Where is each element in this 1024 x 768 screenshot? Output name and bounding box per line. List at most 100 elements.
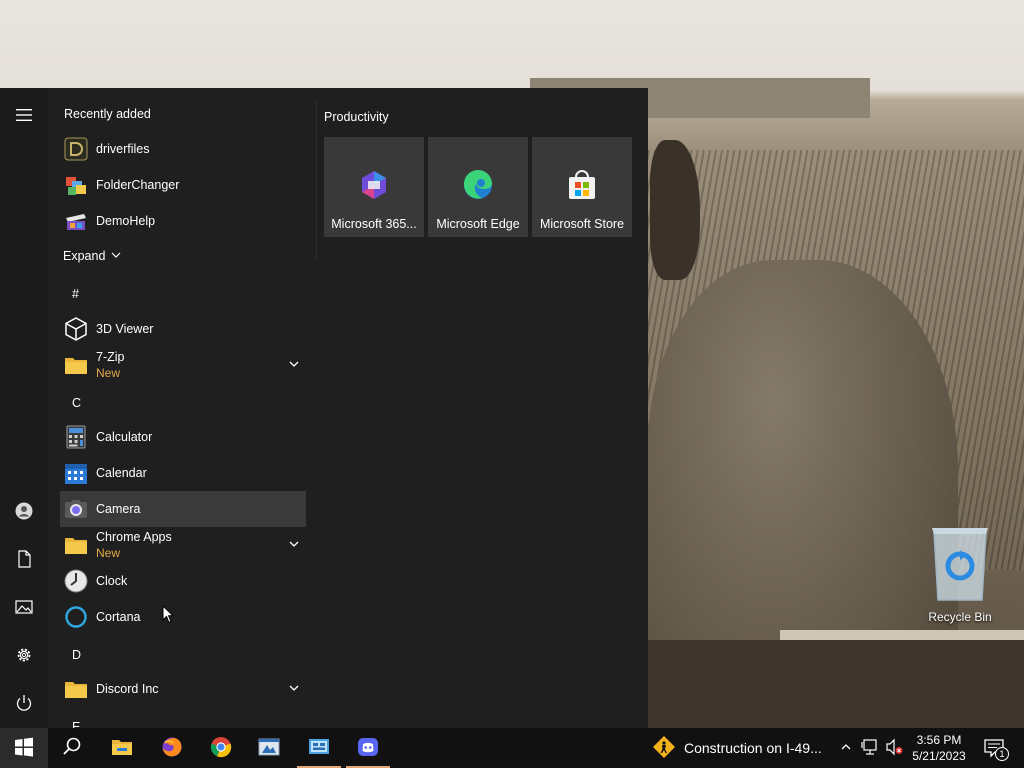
letter-header-c[interactable]: C [72,396,81,410]
folderchanger-icon [64,173,88,197]
tile-label: Microsoft 365... [331,217,417,231]
app-item-7-zip[interactable]: 7-Zip New [60,347,306,383]
recently-added-heading: Recently added [64,107,151,121]
app-item-folderchanger[interactable]: FolderChanger [60,167,306,203]
documents-button[interactable] [0,536,48,584]
background-wall [648,640,1024,728]
app-item-3d-viewer[interactable]: 3D Viewer [60,311,306,347]
taskbar-file-explorer[interactable] [98,728,146,768]
show-hidden-icons-button[interactable] [836,728,856,768]
app-label-group: 7-Zip New [96,349,124,381]
windows-icon [13,736,35,761]
road-work-icon [652,735,676,762]
desktop-icon-recycle-bin[interactable]: Recycle Bin [920,522,1000,624]
search-button[interactable] [48,728,96,768]
tile-label: Microsoft Store [539,217,625,231]
app-label: Discord Inc [96,682,159,696]
power-button[interactable] [0,680,48,728]
cortana-icon [64,605,88,629]
app-item-calendar[interactable]: Calendar [60,455,306,491]
app-label: Cortana [96,610,141,624]
news-widget[interactable]: Construction on I-49... [652,728,822,768]
microsoft-365-icon [358,169,390,201]
tile-microsoft-edge[interactable]: Microsoft Edge [428,137,528,237]
chevron-down-icon[interactable] [288,358,300,370]
start-rail [0,88,48,728]
account-button[interactable] [0,488,48,536]
background-figure-head [650,140,700,280]
app-item-driverfiles[interactable]: driverfiles [60,131,306,167]
tiles-group-heading[interactable]: Productivity [324,110,389,124]
network-button[interactable] [858,728,882,768]
taskbar: Construction on I-49... 3:56 PM 5/21/202… [0,728,1024,768]
letter-header-hash[interactable]: # [72,287,79,301]
folder-icon [64,677,88,701]
control-panel-icon [308,736,330,761]
settings-button[interactable] [0,632,48,680]
taskbar-control-panel[interactable] [295,728,343,768]
expand-button[interactable]: Expand [63,249,121,263]
taskbar-app-window[interactable] [245,728,293,768]
app-label: Clock [96,574,128,588]
app-item-chrome-apps[interactable]: Chrome Apps New [60,527,306,563]
chevron-down-icon[interactable] [288,538,300,550]
recycle-bin-icon [928,522,992,604]
pictures-icon [15,598,33,619]
app-label: driverfiles [96,142,150,156]
hamburger-menu-button[interactable] [0,92,48,140]
app-item-discord-inc[interactable]: Discord Inc [60,671,306,707]
tile-microsoft-365[interactable]: Microsoft 365... [324,137,424,237]
app-window-icon [258,736,280,761]
chevron-up-icon [840,741,852,756]
app-item-calculator[interactable]: Calculator [60,419,306,455]
app-label: Calculator [96,430,153,444]
app-list: Recently added driverfiles FolderChanger… [48,88,316,728]
discord-icon [357,736,379,761]
app-label: Calendar [96,466,147,480]
clock-time: 3:56 PM [916,733,962,747]
letter-header-d[interactable]: D [72,648,81,662]
news-headline: Construction on I-49... [684,740,822,756]
app-label: Camera [96,502,141,516]
tile-label: Microsoft Edge [436,217,520,231]
chevron-down-icon[interactable] [288,682,300,694]
volume-muted-icon [885,738,903,759]
power-icon [15,694,33,715]
app-item-clock[interactable]: Clock [60,563,306,599]
network-icon [861,738,879,759]
action-center-button[interactable]: 1 [980,728,1009,768]
start-menu: Recently added driverfiles FolderChanger… [0,88,648,728]
driverfiles-icon [64,137,88,161]
volume-button[interactable] [882,728,906,768]
letter-header-e[interactable]: E [72,720,80,728]
notification-count-badge: 1 [995,747,1009,761]
app-item-demohelp[interactable]: DemoHelp [60,203,306,239]
mouse-cursor [162,605,174,624]
clock-icon [64,569,88,593]
hamburger-icon [15,106,33,127]
document-icon [15,549,33,571]
start-button[interactable] [0,728,48,768]
app-item-camera[interactable]: Camera [60,491,306,527]
folder-icon [111,736,133,761]
taskbar-chrome[interactable] [197,728,245,768]
pictures-button[interactable] [0,584,48,632]
tile-microsoft-store[interactable]: Microsoft Store [532,137,632,237]
new-badge: New [96,546,121,560]
taskbar-discord[interactable] [344,728,392,768]
notification-icon: 1 [983,737,1009,761]
expand-label: Expand [63,249,106,263]
camera-icon [64,497,88,521]
app-label: 7-Zip [96,350,125,364]
taskbar-clock[interactable]: 3:56 PM 5/21/2023 [906,732,972,764]
recycle-bin-label: Recycle Bin [928,610,992,624]
chrome-icon [210,736,232,761]
store-icon [566,169,598,201]
folder-icon [64,533,88,557]
calendar-icon [64,461,88,485]
taskbar-firefox[interactable] [148,728,196,768]
edge-icon [462,169,494,201]
firefox-icon [161,736,183,761]
app-item-cortana[interactable]: Cortana [60,599,306,635]
app-label: DemoHelp [96,214,156,228]
